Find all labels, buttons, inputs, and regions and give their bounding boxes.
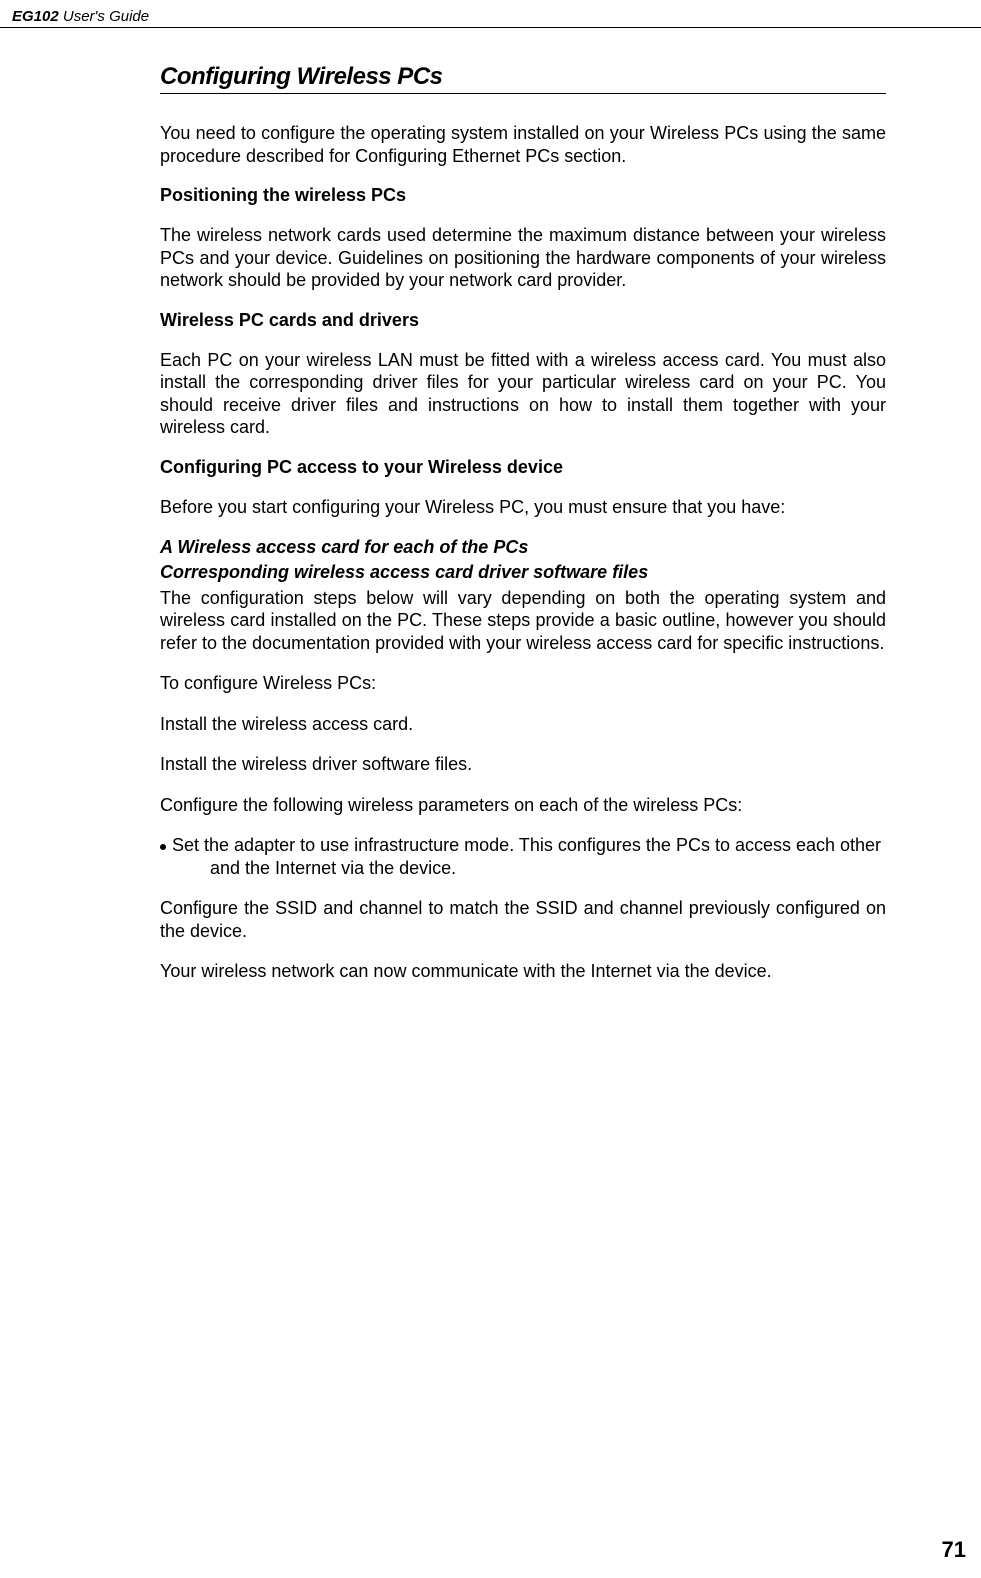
page-content: Configuring Wireless PCs You need to con… xyxy=(0,28,981,983)
header-text: EG102 User's Guide xyxy=(12,8,149,25)
paragraph-config-steps: The configuration steps below will vary … xyxy=(160,587,886,655)
paragraph-cards-drivers: Each PC on your wireless LAN must be fit… xyxy=(160,349,886,439)
paragraph-before-start: Before you start configuring your Wirele… xyxy=(160,496,886,519)
section-title: Configuring Wireless PCs xyxy=(160,63,886,94)
header-product: EG102 xyxy=(12,8,59,25)
paragraph-communicate: Your wireless network can now communicat… xyxy=(160,960,886,983)
header-subtitle: User's Guide xyxy=(59,8,149,25)
page-header: EG102 User's Guide xyxy=(0,0,981,28)
subheading-cards-drivers: Wireless PC cards and drivers xyxy=(160,310,886,331)
paragraph-intro: You need to configure the operating syst… xyxy=(160,122,886,167)
paragraph-to-configure: To configure Wireless PCs: xyxy=(160,672,886,695)
bullet-infrastructure: Set the adapter to use infrastructure mo… xyxy=(160,834,886,879)
paragraph-positioning: The wireless network cards used determin… xyxy=(160,224,886,292)
subheading-configuring-access: Configuring PC access to your Wireless d… xyxy=(160,457,886,478)
italic-bold-driver-files: Corresponding wireless access card drive… xyxy=(160,561,886,584)
subheading-positioning: Positioning the wireless PCs xyxy=(160,185,886,206)
paragraph-configure-ssid: Configure the SSID and channel to match … xyxy=(160,897,886,942)
paragraph-install-card: Install the wireless access card. xyxy=(160,713,886,736)
bullet-text: Set the adapter to use infrastructure mo… xyxy=(172,835,881,878)
italic-bold-access-card: A Wireless access card for each of the P… xyxy=(160,536,886,559)
bullet-icon xyxy=(160,844,166,850)
paragraph-install-driver: Install the wireless driver software fil… xyxy=(160,753,886,776)
paragraph-configure-params: Configure the following wireless paramet… xyxy=(160,794,886,817)
page-number: 71 xyxy=(942,1537,966,1563)
